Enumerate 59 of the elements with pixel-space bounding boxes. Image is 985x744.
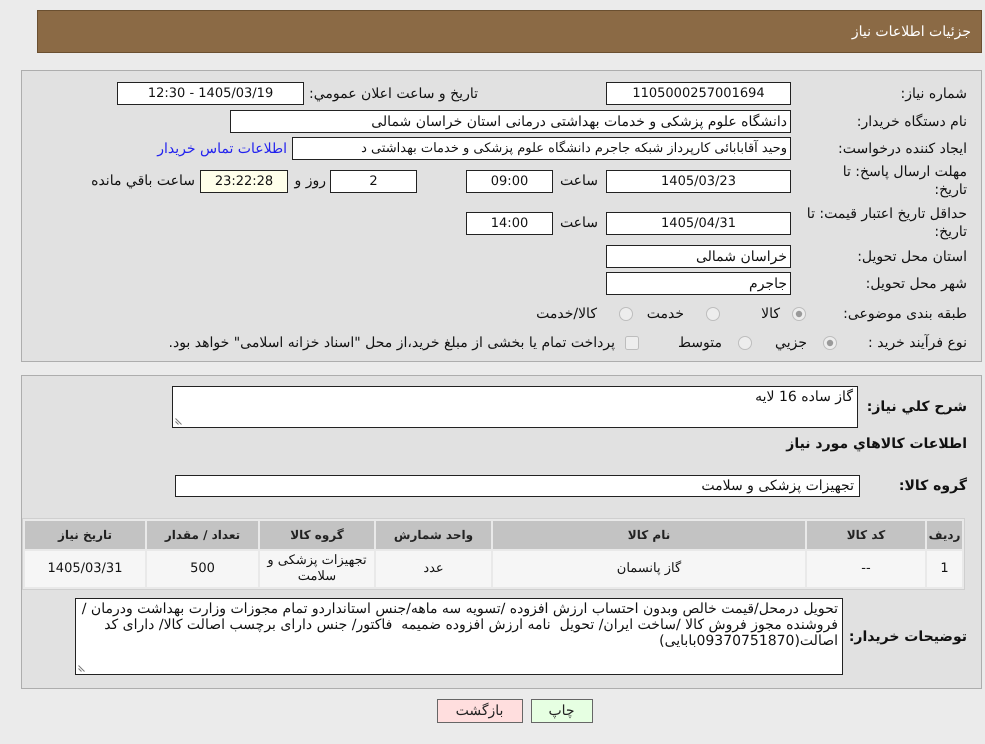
section-heading: اطلاعات كالاهاي مورد نياز xyxy=(786,435,967,454)
notes-field[interactable]: تحویل درمحل/قیمت خالص وبدون احتساب ارزش افزوده /تسویه سه ماهه/جنس استانداردو تمام مجوزات وزارت بهداشت ودرمان /فروشنده مجوز فروش کالا /ساخت ایران/ تحویل نامه ارزش افزوده ضمیمه فاکتور/ جنس دارای برچسب اصالت کالا/ دارای کد اصالت(09370751870بابایی) xyxy=(75,598,843,675)
column-header: تاریخ نیاز xyxy=(25,521,145,549)
table-cell: تجهیزات پزشکی و سلامت xyxy=(260,551,374,587)
radio-option[interactable]: کالا/خدمت xyxy=(536,306,633,322)
back-button[interactable]: بازگشت xyxy=(436,699,522,723)
field-label: شرح كلي نياز: xyxy=(866,399,967,415)
table-cell: 1 xyxy=(927,551,962,587)
province-field[interactable]: خراسان شمالی xyxy=(606,245,791,268)
field-label: نوع فرآیند خرید : xyxy=(867,334,967,352)
validity-time-field[interactable]: 14:00 xyxy=(466,212,553,234)
radio-option[interactable]: جزيي xyxy=(752,335,837,351)
table-cell: -- xyxy=(807,551,925,587)
table-cell: عدد xyxy=(376,551,491,587)
radio-option[interactable]: خدمت xyxy=(633,306,720,322)
days-remaining-field[interactable]: 2 xyxy=(330,170,417,192)
description-field[interactable]: گاز ساده 16 لایه xyxy=(172,386,858,428)
column-header: گروه کالا xyxy=(260,521,374,549)
print-button[interactable]: چاپ xyxy=(530,699,592,723)
checkbox-option[interactable]: پرداخت تمام یا بخشی از مبلغ خرید،از محل "اسناد خزانه اسلامی" خواهد بود. xyxy=(168,335,639,351)
validity-date-field[interactable]: 1405/04/31 xyxy=(606,212,791,234)
city-field[interactable]: جاجرم xyxy=(606,272,791,295)
contact-link[interactable]: اطلاعات تماس خریدار xyxy=(157,140,287,156)
field-label: گروه کالا: xyxy=(898,478,967,494)
column-header: نام کالا xyxy=(493,521,805,549)
field-label: روز و xyxy=(296,173,326,189)
field-label: طبقه بندی موضوعی: xyxy=(842,305,967,323)
column-header: تعداد / مقدار xyxy=(147,521,258,549)
field-label: ایجاد کننده درخواست: xyxy=(837,140,967,158)
column-header: ردیف xyxy=(927,521,962,549)
need-number-field[interactable]: 1105000257001694 xyxy=(606,82,791,105)
table-cell: 1405/03/31 xyxy=(25,551,145,587)
resize-grip-icon[interactable] xyxy=(78,665,85,672)
field-label: تاريخ و ساعت اعلان عمومي: xyxy=(309,86,478,102)
buyer-org-field[interactable]: دانشگاه علوم پزشکی و خدمات بهداشتی درمانی استان خراسان شمالی xyxy=(230,110,791,133)
field-label: حداقل تاریخ اعتبار قیمت: تا تاریخ: xyxy=(806,205,967,241)
field-label: ساعت xyxy=(558,173,600,189)
requester-field[interactable]: وحید آقابابائی کارپرداز شبکه جاجرم دانشگاه علوم پزشکی و خدمات بهداشتی د xyxy=(292,137,791,160)
field-label: ساعت xyxy=(558,215,600,231)
time-remaining-field[interactable]: 23:22:28 xyxy=(200,170,288,192)
announce-datetime-field[interactable]: 1405/03/19 - 12:30 xyxy=(117,82,304,105)
radio-option[interactable]: متوسط xyxy=(652,335,752,351)
radio-option[interactable]: كالا xyxy=(720,306,806,322)
field-label: توضیحات خریدار: xyxy=(848,628,967,644)
deadline-time-field[interactable]: 09:00 xyxy=(466,170,553,192)
resize-grip-icon[interactable] xyxy=(175,418,182,425)
field-label: استان محل تحویل: xyxy=(856,248,967,266)
table-cell: گاز پانسمان xyxy=(493,551,805,587)
field-label: مهلت ارسال پاسخ: تا تاریخ: xyxy=(842,163,967,199)
table-cell: 500 xyxy=(147,551,258,587)
goods-group-field[interactable]: تجهیزات پزشکی و سلامت xyxy=(175,475,860,497)
field-label: شهر محل تحویل: xyxy=(864,274,967,292)
field-label: ساعت باقي مانده xyxy=(91,173,195,189)
column-header: کد کالا xyxy=(807,521,925,549)
field-label: شماره نیاز: xyxy=(900,84,967,102)
field-label: نام دستگاه خریدار: xyxy=(856,112,967,130)
column-header: واحد شمارش xyxy=(376,521,491,549)
deadline-date-field[interactable]: 1405/03/23 xyxy=(606,170,791,192)
page-title: جزئیات اطلاعات نیاز xyxy=(852,24,971,40)
